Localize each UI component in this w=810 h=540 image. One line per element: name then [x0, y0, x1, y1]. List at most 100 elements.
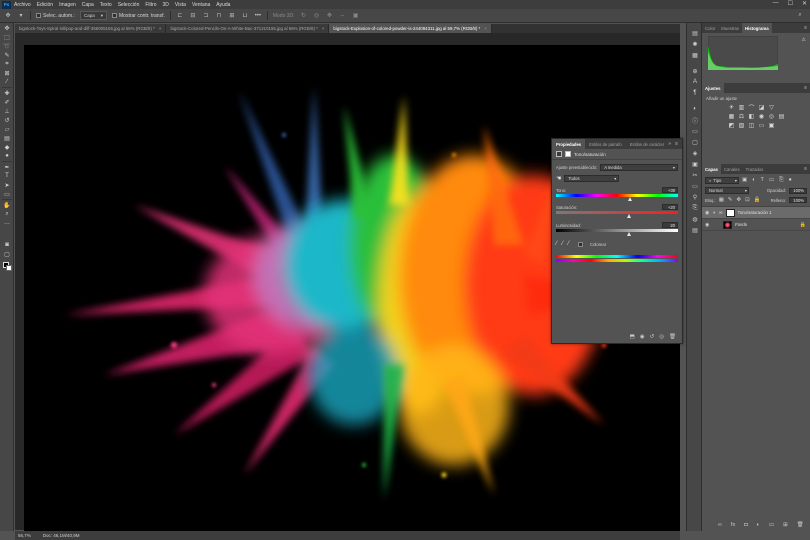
layer-style-icon[interactable]: fx [731, 522, 735, 528]
blur-tool-icon[interactable]: ◆ [2, 143, 12, 151]
checkbox-box[interactable] [112, 13, 117, 18]
eraser-tool-icon[interactable]: ▱ [2, 125, 12, 133]
lock-transparency-icon[interactable]: ▦ [719, 197, 724, 203]
lightness-value-field[interactable]: 20 [662, 222, 678, 228]
posterize-icon[interactable]: ▧ [738, 122, 745, 129]
filter-adjustment-icon[interactable]: ◐ [752, 177, 755, 184]
lock-all-icon[interactable]: 🔒 [754, 197, 761, 203]
add-mask-icon[interactable]: ◘ [744, 522, 747, 528]
menu-ayuda[interactable]: Ayuda [216, 2, 230, 8]
color-lookup-icon[interactable]: ▤ [778, 113, 785, 120]
character-panel-icon[interactable]: A [690, 78, 700, 86]
align-middle-icon[interactable]: ⊞ [228, 12, 236, 20]
quick-mask-icon[interactable]: ◙ [2, 241, 12, 249]
tab-color[interactable]: Color [702, 23, 718, 33]
notes-panel-icon[interactable]: ✂ [690, 171, 700, 179]
quick-select-tool-icon[interactable]: ✎ [2, 51, 12, 59]
autoselect-target-select[interactable]: Capa ▾ [79, 11, 107, 20]
new-group-icon[interactable]: ▭ [769, 522, 774, 528]
dodge-tool-icon[interactable]: ● [2, 152, 12, 160]
targeted-adjustment-hand-icon[interactable]: ☚ [556, 175, 561, 182]
info-panel-icon[interactable]: ⓘ [690, 116, 700, 125]
lightness-slider-thumb[interactable] [626, 232, 631, 236]
layer-mask-icon[interactable] [565, 151, 571, 157]
eyedropper-tool-icon[interactable]: ⁄ [2, 78, 12, 86]
align-bottom-icon[interactable]: ⊔ [241, 12, 249, 20]
layer-thumbnail[interactable] [723, 220, 732, 229]
filter-pixel-icon[interactable]: ▣ [742, 177, 747, 184]
clone-source-icon[interactable]: ⚲ [690, 193, 700, 201]
saturation-value-field[interactable]: +20 [662, 204, 678, 210]
exposure-icon[interactable]: ◪ [758, 104, 765, 111]
hand-tool-icon[interactable]: ✋ [2, 201, 12, 209]
levels-icon[interactable]: ▥ [738, 104, 745, 111]
libraries-panel-icon[interactable]: ▢ [690, 138, 700, 146]
menu-3d[interactable]: 3D [163, 2, 169, 8]
shape-tool-icon[interactable]: ▭ [2, 190, 12, 198]
checkbox-box[interactable] [36, 13, 41, 18]
brushes-panel-icon[interactable]: ▦ [690, 51, 700, 59]
colorize-checkbox[interactable] [578, 241, 584, 247]
gradient-tool-icon[interactable]: ▤ [2, 134, 12, 142]
history-brush-tool-icon[interactable]: ↺ [2, 116, 12, 124]
scale-3d-icon[interactable]: ▣ [352, 12, 360, 20]
menu-filtro[interactable]: Filtro [145, 2, 156, 8]
align-top-icon[interactable]: ⊓ [215, 12, 223, 20]
eyedropper-minus-icon[interactable]: ⁄ [568, 241, 569, 247]
doc-tab-2[interactable]: bigstock-Colored-Pencils-On-A-White-Bac-… [166, 24, 330, 33]
menu-edicion[interactable]: Edición [37, 2, 53, 8]
navigator-panel-icon[interactable]: ◐ [690, 105, 700, 113]
align-center-icon[interactable]: ⊟ [189, 12, 197, 20]
tab-propiedades[interactable]: Propiedades [552, 139, 586, 149]
history-panel-icon[interactable]: ▤ [690, 29, 700, 37]
slide-3d-icon[interactable]: ⇔ [339, 12, 347, 20]
vibrance-icon[interactable]: ▽ [768, 104, 775, 111]
move-tool-icon[interactable]: ✥ [2, 24, 12, 32]
actions-panel-icon[interactable]: ⊕ [690, 67, 700, 75]
show-transform-checkbox[interactable]: Mostrar contr. transf. [112, 13, 165, 19]
type-tool-icon[interactable]: T [2, 172, 12, 180]
brightness-contrast-icon[interactable]: ☀ [728, 104, 735, 111]
healing-brush-tool-icon[interactable]: ✚ [2, 89, 12, 97]
hue-value-field[interactable]: +39 [662, 187, 678, 193]
zoom-tool-icon[interactable]: ⌕ [2, 210, 12, 218]
filter-toggle-icon[interactable]: ● [789, 177, 792, 184]
panel-menu-icon[interactable]: ≡ [804, 23, 810, 33]
color-balance-icon[interactable]: ⚖ [738, 113, 745, 120]
layer-mask-thumbnail[interactable] [725, 208, 735, 217]
black-white-icon[interactable]: ◧ [748, 113, 755, 120]
photo-filter-icon[interactable]: ◉ [758, 113, 765, 120]
gradient-map-icon[interactable]: ▭ [758, 122, 765, 129]
close-icon[interactable]: × [484, 26, 487, 31]
brush-settings-icon[interactable]: ✺ [690, 40, 700, 48]
lasso-tool-icon[interactable]: ➰ [2, 42, 12, 50]
autoselect-checkbox[interactable]: Selec. autom.: [36, 13, 75, 19]
lightness-slider-track[interactable] [556, 229, 678, 232]
tab-estilos-caracter[interactable]: Estilos de carácter [626, 139, 668, 149]
background-color-swatch[interactable] [6, 265, 12, 271]
channel-mixer-icon[interactable]: ◎ [768, 113, 775, 120]
filter-smart-icon[interactable]: ⎘ [779, 177, 783, 184]
tab-trazados[interactable]: Trazados [743, 164, 767, 174]
invert-icon[interactable]: ◩ [728, 122, 735, 129]
styles-panel-icon[interactable]: ◈ [690, 149, 700, 157]
brush-tool-icon[interactable]: ✐ [2, 98, 12, 106]
hue-saturation-icon[interactable]: ▦ [728, 113, 735, 120]
layer-row-hue-saturation[interactable]: ◉ ◐ ∞ Tono/saturación 1 [702, 207, 810, 219]
pen-tool-icon[interactable]: ✒ [2, 163, 12, 171]
lock-paint-icon[interactable]: ✎ [728, 197, 733, 203]
preset-select[interactable]: A medida ▾ [600, 164, 678, 171]
eyedropper-icon[interactable]: ⁄ [556, 241, 557, 247]
tab-muestras[interactable]: Muestras [718, 23, 742, 33]
tab-canales[interactable]: Canales [721, 164, 743, 174]
paragraph-panel-icon[interactable]: ¶ [690, 89, 700, 97]
selective-color-icon[interactable]: ▣ [768, 122, 775, 129]
more-tools-icon[interactable]: … [2, 219, 12, 227]
search-icon[interactable]: ⌕ [796, 12, 804, 20]
blend-mode-select[interactable]: Normal ▾ [705, 187, 749, 194]
eye-icon[interactable]: ◉ [705, 222, 710, 228]
pan-3d-icon[interactable]: ✥ [326, 12, 334, 20]
move-tool-icon[interactable]: ✥ [4, 12, 12, 20]
frame-tool-icon[interactable]: ⊠ [2, 69, 12, 77]
doc-tab-3[interactable]: bigstock-Explosion-of-colored-powder-is-… [329, 24, 492, 33]
